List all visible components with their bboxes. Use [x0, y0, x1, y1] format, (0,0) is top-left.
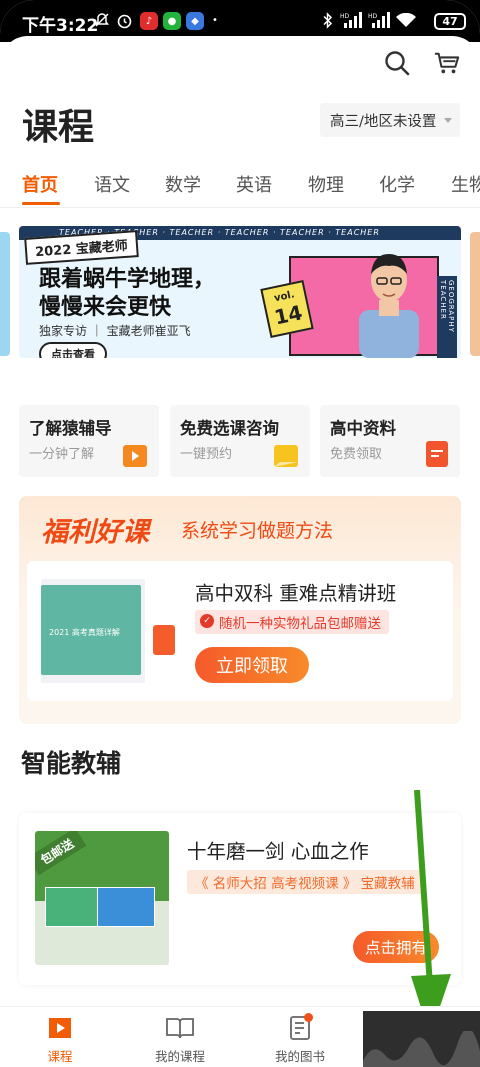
gift-icon — [153, 625, 175, 655]
quick-entry-cards: 了解猿辅导 一分钟了解 免费选课咨询 一键预约 高中资料 免费领取 — [19, 405, 461, 477]
tutoring-card-tags: 《 名师大招 高考视频课 》 宝藏教辅 — [187, 870, 423, 894]
course-book-image: 2021 高考真题详解 — [41, 579, 145, 683]
bluetooth-icon — [322, 11, 334, 29]
banner-headline: 跟着蜗牛学地理， 慢慢来会更快 — [39, 266, 215, 322]
overlay-wave — [363, 1031, 480, 1067]
banner-prev-peek[interactable] — [0, 232, 10, 356]
mute-icon — [94, 11, 110, 29]
tutoring-card-title: 十年磨一剑 心血之作 — [187, 840, 369, 863]
tab-english[interactable]: 英语 — [236, 171, 272, 197]
search-icon[interactable] — [384, 50, 410, 80]
gift-badge: ✓ 随机一种实物礼品包邮赠送 — [195, 610, 389, 634]
dropdown-caret-icon — [444, 118, 452, 123]
main-content: 课程 高三/地区未设置 首页 语文 数学 英语 物理 化学 生物 TEACHER… — [0, 36, 480, 1067]
svg-text:HD: HD — [368, 13, 378, 20]
quick-card-title: 了解猿辅导 — [29, 419, 112, 438]
claim-now-button[interactable]: 立即领取 — [195, 647, 309, 683]
tabs-divider — [0, 207, 480, 208]
page-title: 课程 — [22, 107, 95, 148]
book-cover-label: 2021 高考真题详解 — [49, 628, 120, 637]
banner-view-button[interactable]: 点击查看 — [39, 342, 107, 358]
notebook-icon — [250, 1013, 350, 1041]
wechat-icon: ● — [163, 12, 181, 30]
cart-icon[interactable] — [434, 50, 460, 80]
quick-card-title: 高中资料 — [330, 419, 396, 438]
alarm-icon — [116, 11, 133, 29]
svg-text:HD: HD — [340, 13, 350, 20]
subject-tabs: 首页 语文 数学 英语 物理 化学 生物 — [0, 166, 480, 208]
wifi-icon — [396, 11, 416, 29]
quick-card-about[interactable]: 了解猿辅导 一分钟了解 — [19, 405, 159, 477]
music-app-icon: ♪ — [140, 12, 158, 30]
tutoring-book-image: 包邮送 — [35, 831, 169, 965]
scroll-down-arrow-icon — [411, 790, 451, 1036]
more-notifications-icon: • — [212, 14, 218, 26]
chat-icon — [274, 445, 298, 467]
tab-math[interactable]: 数学 — [165, 171, 201, 197]
banner-next-peek[interactable] — [470, 232, 480, 356]
quick-card-consult[interactable]: 免费选课咨询 一键预约 — [170, 405, 310, 477]
app-notification-icon: ◆ — [186, 12, 204, 30]
quick-card-materials[interactable]: 高中资料 免费领取 — [320, 405, 460, 477]
promo-banner[interactable]: TEACHER · TEACHER · TEACHER · TEACHER · … — [19, 226, 461, 358]
book-box-blue — [97, 887, 155, 927]
nav-courses[interactable]: 课程 — [10, 1015, 110, 1065]
status-time: 下午3:22 — [22, 16, 99, 36]
grade-region-selector[interactable]: 高三/地区未设置 — [320, 103, 460, 137]
banner-headline-line1: 跟着蜗牛学地理， — [39, 267, 216, 292]
welfare-course-section: 福利好课 系统学习做题方法 2021 高考真题详解 高中双科 重难点精讲班 ✓ … — [19, 496, 461, 724]
play-square-icon — [10, 1015, 110, 1041]
active-tab-indicator — [22, 202, 60, 205]
quick-card-title: 免费选课咨询 — [180, 419, 279, 438]
battery-indicator: 47 — [434, 13, 466, 30]
promo-course-card[interactable]: 2021 高考真题详解 高中双科 重难点精讲班 ✓ 随机一种实物礼品包邮赠送 立… — [27, 561, 453, 701]
play-icon — [123, 445, 147, 467]
grade-region-label: 高三/地区未设置 — [330, 113, 437, 130]
promo-title: 福利好课 — [41, 517, 149, 548]
tab-biology[interactable]: 生物 — [451, 171, 480, 197]
notification-dot — [304, 1013, 313, 1022]
app-screen: 下午3:22 ♪ ● ◆ • HD HD 47 课程 高三/地区未设置 首页 语… — [0, 0, 480, 1067]
nav-label: 课程 — [47, 1049, 73, 1064]
promo-course-title: 高中双科 重难点精讲班 — [195, 582, 397, 605]
tab-home[interactable]: 首页 — [22, 171, 58, 197]
gift-badge-text: 随机一种实物礼品包邮赠送 — [219, 616, 381, 632]
nav-label: 我的图书 — [274, 1049, 325, 1064]
banner-subtitle: 独家专访 ｜ 宝藏老师崔亚飞 — [39, 324, 191, 338]
screenshot-overlay — [363, 1011, 480, 1067]
tab-chemistry[interactable]: 化学 — [379, 171, 415, 197]
smart-tutoring-card[interactable]: 包邮送 十年磨一剑 心血之作 《 名师大招 高考视频课 》 宝藏教辅 点击拥有 — [19, 813, 461, 985]
promo-subtitle: 系统学习做题方法 — [181, 520, 334, 542]
tab-physics[interactable]: 物理 — [308, 171, 344, 197]
document-icon — [426, 441, 448, 467]
teacher-photo — [359, 254, 419, 358]
header-actions — [384, 50, 460, 80]
book-open-icon — [130, 1015, 230, 1041]
tab-chinese[interactable]: 语文 — [94, 171, 130, 197]
nav-label: 我的课程 — [154, 1049, 205, 1064]
nav-my-books[interactable]: 我的图书 — [250, 1013, 350, 1065]
smart-tutoring-title: 智能教辅 — [21, 749, 122, 778]
nav-my-courses[interactable]: 我的课程 — [130, 1015, 230, 1065]
check-icon: ✓ — [200, 614, 214, 628]
banner-headline-line2: 慢慢来会更快 — [39, 295, 172, 320]
book-box-green — [45, 887, 99, 927]
signal-icon-2: HD — [368, 11, 390, 29]
signal-icon-1: HD — [340, 11, 362, 29]
banner-side-label: GEOGRAPHY TEACHER — [437, 276, 457, 358]
